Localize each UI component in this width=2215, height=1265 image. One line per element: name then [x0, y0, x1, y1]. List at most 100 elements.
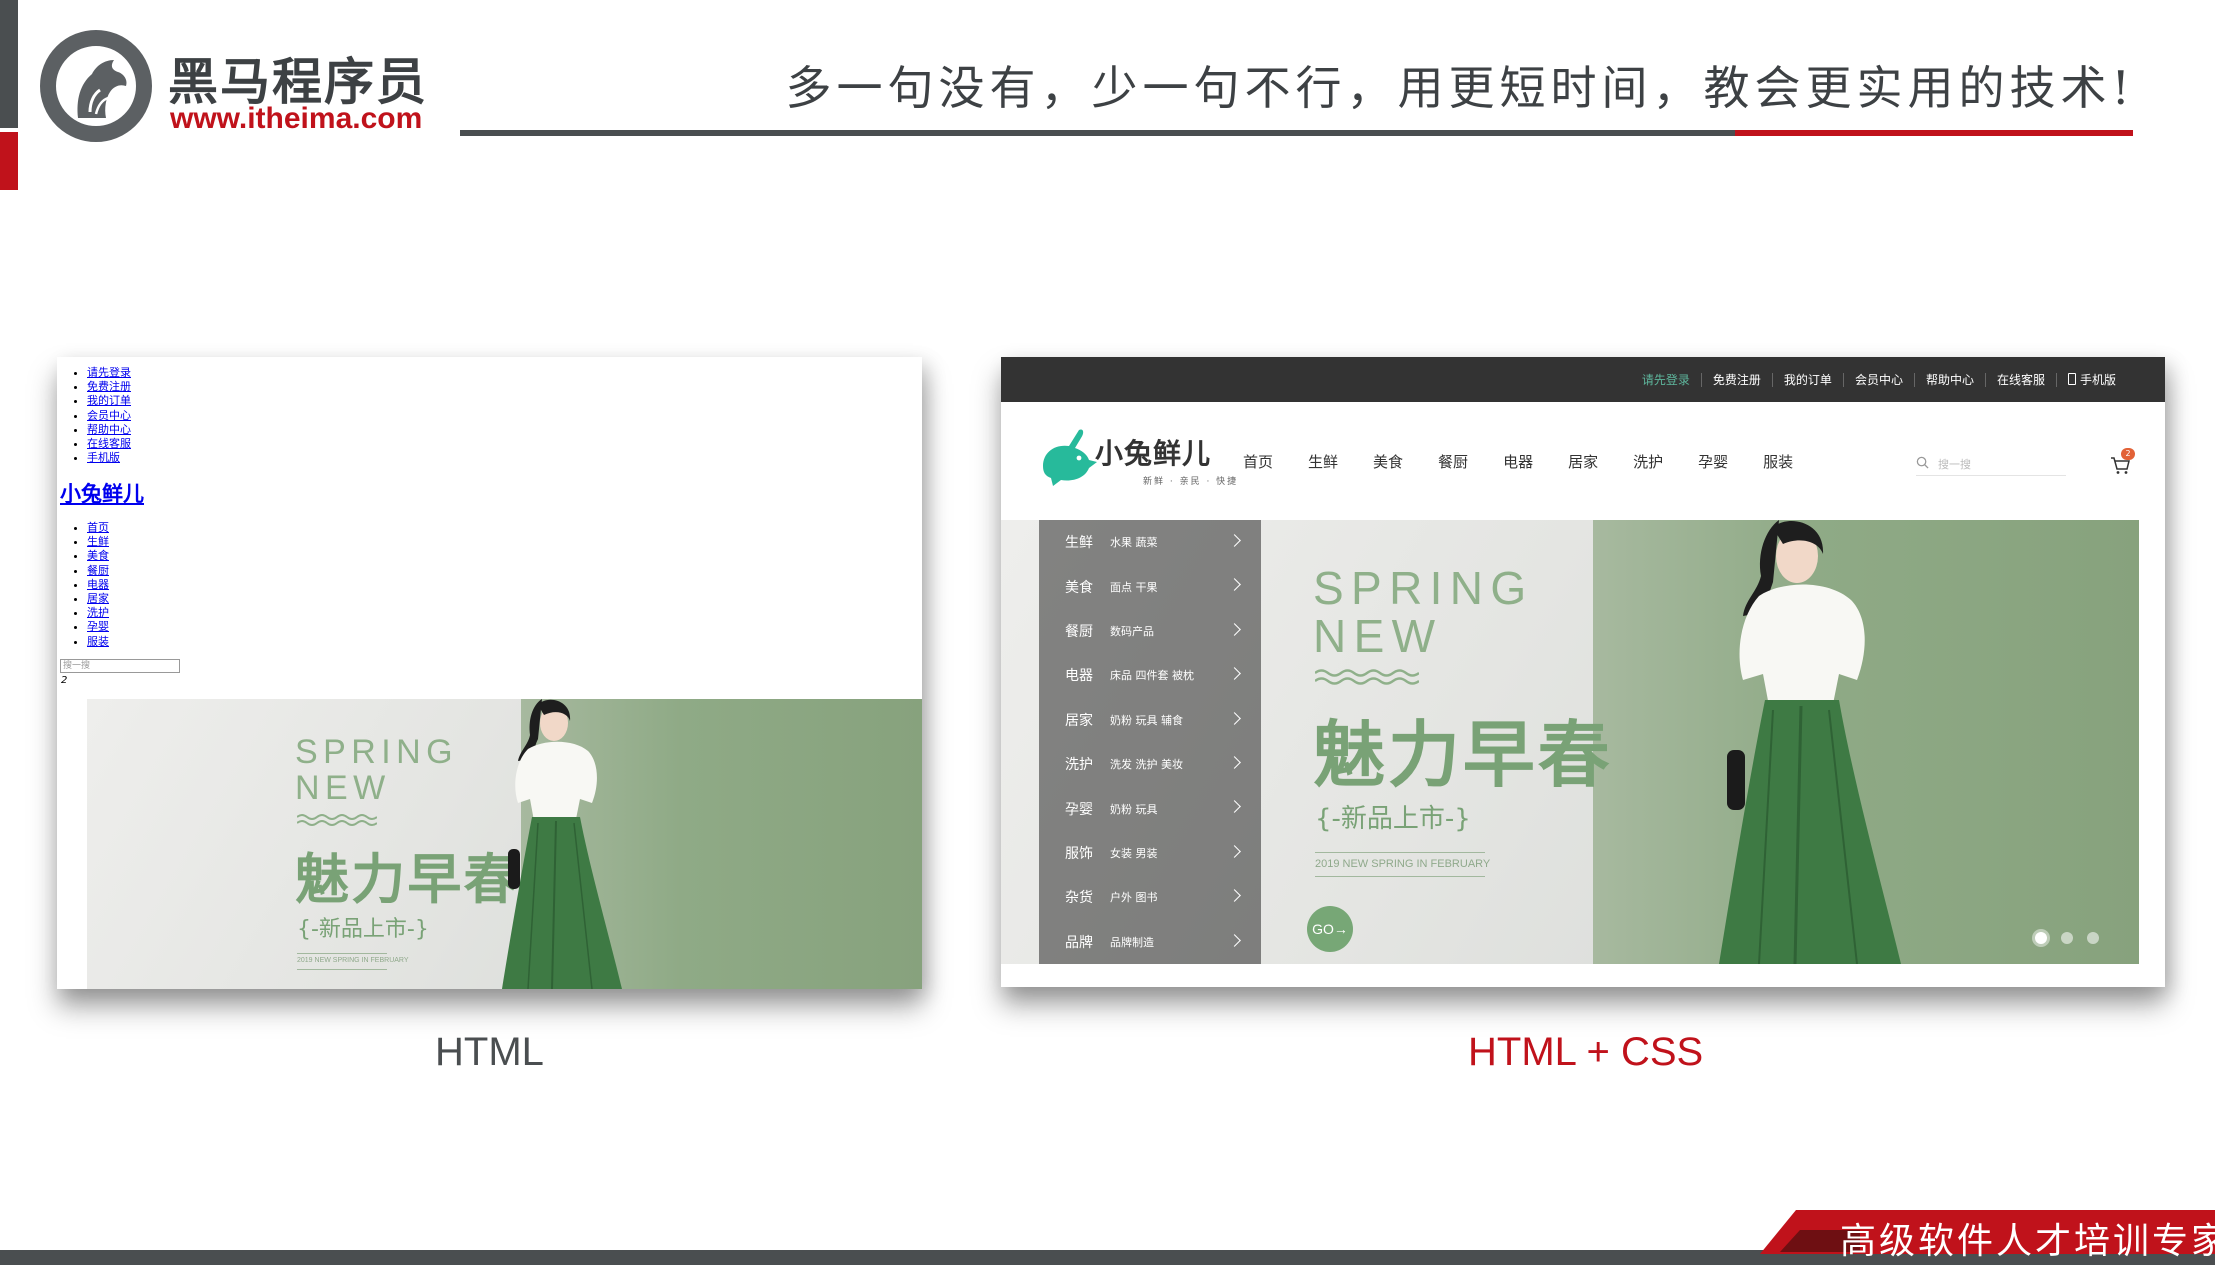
- raw-nav-item[interactable]: 餐厨: [87, 564, 109, 578]
- category-item[interactable]: 服饰 女装 男装: [1039, 831, 1261, 875]
- nav-kitchen[interactable]: 餐厨: [1438, 451, 1468, 472]
- footer-slogan: 高级软件人才培训专家: [1840, 1221, 2215, 1262]
- site-logo-text: 小兔鲜儿: [1095, 437, 1212, 470]
- search-icon: [1916, 456, 1929, 469]
- banner-tiny-text: 2019 NEW SPRING IN FEBRUARY: [1315, 858, 1491, 870]
- banner-headline: 魅力早春: [1313, 713, 1613, 797]
- carousel-dots: [2021, 932, 2099, 944]
- chevron-right-icon: [1228, 933, 1241, 947]
- raw-nav-item[interactable]: 生鲜: [87, 535, 109, 549]
- mobile-link[interactable]: 手机版: [2055, 372, 2127, 387]
- category-item[interactable]: 餐厨 数码产品: [1039, 609, 1261, 653]
- nav-clothing[interactable]: 服装: [1763, 451, 1793, 472]
- html-css-screenshot: 请先登录 免费注册 我的订单 会员中心 帮助中心 在线客服 手机版 小兔鲜儿 新…: [1001, 357, 2165, 987]
- chevron-right-icon: [1228, 800, 1241, 814]
- site-topbar: 请先登录 免费注册 我的订单 会员中心 帮助中心 在线客服 手机版: [1001, 357, 2165, 402]
- wave-icon: [297, 814, 377, 826]
- site-header: 小兔鲜儿 新鲜 · 亲民 · 快捷 首页 生鲜 美食 餐厨 电器 居家 洗护 孕…: [1001, 402, 2165, 520]
- member-center-link[interactable]: 会员中心: [1842, 372, 1914, 387]
- nav-food[interactable]: 美食: [1373, 451, 1403, 472]
- horse-logo-icon: [40, 30, 152, 142]
- raw-top-link[interactable]: 帮助中心: [87, 423, 131, 437]
- site-logo[interactable]: 小兔鲜儿 新鲜 · 亲民 · 快捷: [1039, 426, 1236, 490]
- category-item[interactable]: 品牌 品牌制造: [1039, 920, 1261, 964]
- cart-count-badge: 2: [2121, 448, 2135, 460]
- category-item[interactable]: 生鲜 水果 蔬菜: [1039, 520, 1261, 564]
- carousel-dot[interactable]: [2061, 932, 2073, 944]
- chevron-right-icon: [1228, 756, 1241, 769]
- raw-nav: 首页 生鲜 美食 餐厨 电器 居家 洗护 孕婴 服装: [87, 521, 109, 649]
- phone-icon: [2067, 372, 2076, 385]
- slogan-underline-red: [1735, 130, 2133, 136]
- my-orders-link[interactable]: 我的订单: [1771, 372, 1843, 387]
- chevron-right-icon: [1228, 578, 1241, 592]
- nav-fresh[interactable]: 生鲜: [1308, 451, 1338, 472]
- chevron-right-icon: [1228, 889, 1241, 903]
- model-figure-image: [502, 699, 622, 989]
- raw-banner-image: SPRING NEW 魅力早春 {-新品上市-} 2019 NEW SPRING…: [87, 699, 922, 989]
- nav-home-goods[interactable]: 居家: [1568, 451, 1598, 472]
- chevron-right-icon: [1228, 622, 1241, 636]
- help-center-link[interactable]: 帮助中心: [1913, 372, 1985, 387]
- raw-nav-item[interactable]: 居家: [87, 592, 109, 606]
- nav-appliance[interactable]: 电器: [1503, 451, 1533, 472]
- chevron-right-icon: [1228, 534, 1241, 547]
- carousel-dot[interactable]: [2035, 932, 2047, 944]
- banner-spring-text: SPRING: [295, 733, 458, 771]
- category-item[interactable]: 美食 面点 干果: [1039, 564, 1261, 608]
- raw-cart-count: 2: [61, 675, 68, 686]
- model-figure-image: [1719, 520, 1901, 964]
- raw-nav-item[interactable]: 孕婴: [87, 620, 109, 634]
- category-menu: 生鲜 水果 蔬菜 美食 面点 干果 餐厨 数码产品 电器 床品 四件套 被枕 居家 奶粉 …: [1039, 520, 1261, 964]
- nav-care[interactable]: 洗护: [1633, 451, 1663, 472]
- chevron-right-icon: [1228, 844, 1241, 858]
- site-logo-tagline: 新鲜 · 亲民 · 快捷: [1143, 477, 1239, 487]
- raw-nav-item[interactable]: 电器: [87, 578, 109, 592]
- category-item[interactable]: 杂货 户外 图书: [1039, 875, 1261, 919]
- slide-slogan: 多一句没有，少一句不行，用更短时间，教会更实用的技术!: [785, 61, 2135, 115]
- raw-site-title[interactable]: 小兔鲜儿: [60, 478, 144, 508]
- category-item[interactable]: 孕婴 奶粉 玩具: [1039, 786, 1261, 830]
- raw-nav-item[interactable]: 首页: [87, 521, 109, 535]
- raw-top-links: 请先登录 免费注册 我的订单 会员中心 帮助中心 在线客服 手机版: [87, 366, 131, 465]
- category-item[interactable]: 洗护 洗发 洗护 美妆: [1039, 742, 1261, 786]
- raw-top-link[interactable]: 请先登录: [87, 366, 131, 380]
- raw-top-link[interactable]: 手机版: [87, 451, 131, 465]
- search-box[interactable]: 搜一搜: [1916, 452, 2066, 476]
- search-input[interactable]: 搜一搜: [1938, 456, 1971, 472]
- brand-logo: 黑马程序员 www.itheima.com: [40, 30, 430, 142]
- raw-top-link[interactable]: 在线客服: [87, 437, 131, 451]
- slide-side-bar-red: [0, 132, 18, 190]
- raw-top-link[interactable]: 免费注册: [87, 380, 131, 394]
- nav-baby[interactable]: 孕婴: [1698, 451, 1728, 472]
- raw-nav-item[interactable]: 服装: [87, 635, 109, 649]
- wave-icon: [1315, 669, 1419, 685]
- banner-tiny-text: 2019 NEW SPRING IN FEBRUARY: [297, 957, 409, 964]
- banner-subheadline: {-新品上市-}: [297, 917, 429, 942]
- slogan-underline-gray: [460, 130, 1735, 136]
- raw-top-link[interactable]: 会员中心: [87, 409, 131, 423]
- carousel-dot[interactable]: [2087, 932, 2099, 944]
- caption-html-css: HTML + CSS: [1468, 1030, 1704, 1074]
- chevron-right-icon: [1228, 711, 1241, 725]
- caption-html: HTML: [435, 1030, 544, 1074]
- raw-nav-item[interactable]: 美食: [87, 549, 109, 563]
- rabbit-logo-icon: [1043, 429, 1097, 486]
- raw-nav-item[interactable]: 洗护: [87, 606, 109, 620]
- slide-side-bar-dark: [0, 0, 18, 128]
- online-service-link[interactable]: 在线客服: [1984, 372, 2056, 387]
- category-item[interactable]: 电器 床品 四件套 被枕: [1039, 653, 1261, 697]
- category-item[interactable]: 居家 奶粉 玩具 辅食: [1039, 698, 1261, 742]
- raw-top-link[interactable]: 我的订单: [87, 394, 131, 408]
- banner-new-text: NEW: [295, 768, 391, 807]
- html-only-screenshot: 请先登录 免费注册 我的订单 会员中心 帮助中心 在线客服 手机版 小兔鲜儿 首…: [57, 357, 922, 989]
- raw-search-input[interactable]: 搜一搜: [60, 659, 180, 673]
- brand-url: www.itheima.com: [170, 102, 423, 135]
- chevron-right-icon: [1228, 667, 1241, 681]
- register-link[interactable]: 免费注册: [1700, 372, 1772, 387]
- nav-home[interactable]: 首页: [1243, 451, 1273, 472]
- login-link[interactable]: 请先登录: [1631, 373, 1701, 387]
- go-button[interactable]: GO→: [1307, 906, 1353, 952]
- banner-spring-text: SPRING: [1313, 562, 1534, 614]
- hero-banner: SPRING NEW 魅力早春 {-新品上市-} 2019 NEW SPRING…: [1001, 520, 2139, 964]
